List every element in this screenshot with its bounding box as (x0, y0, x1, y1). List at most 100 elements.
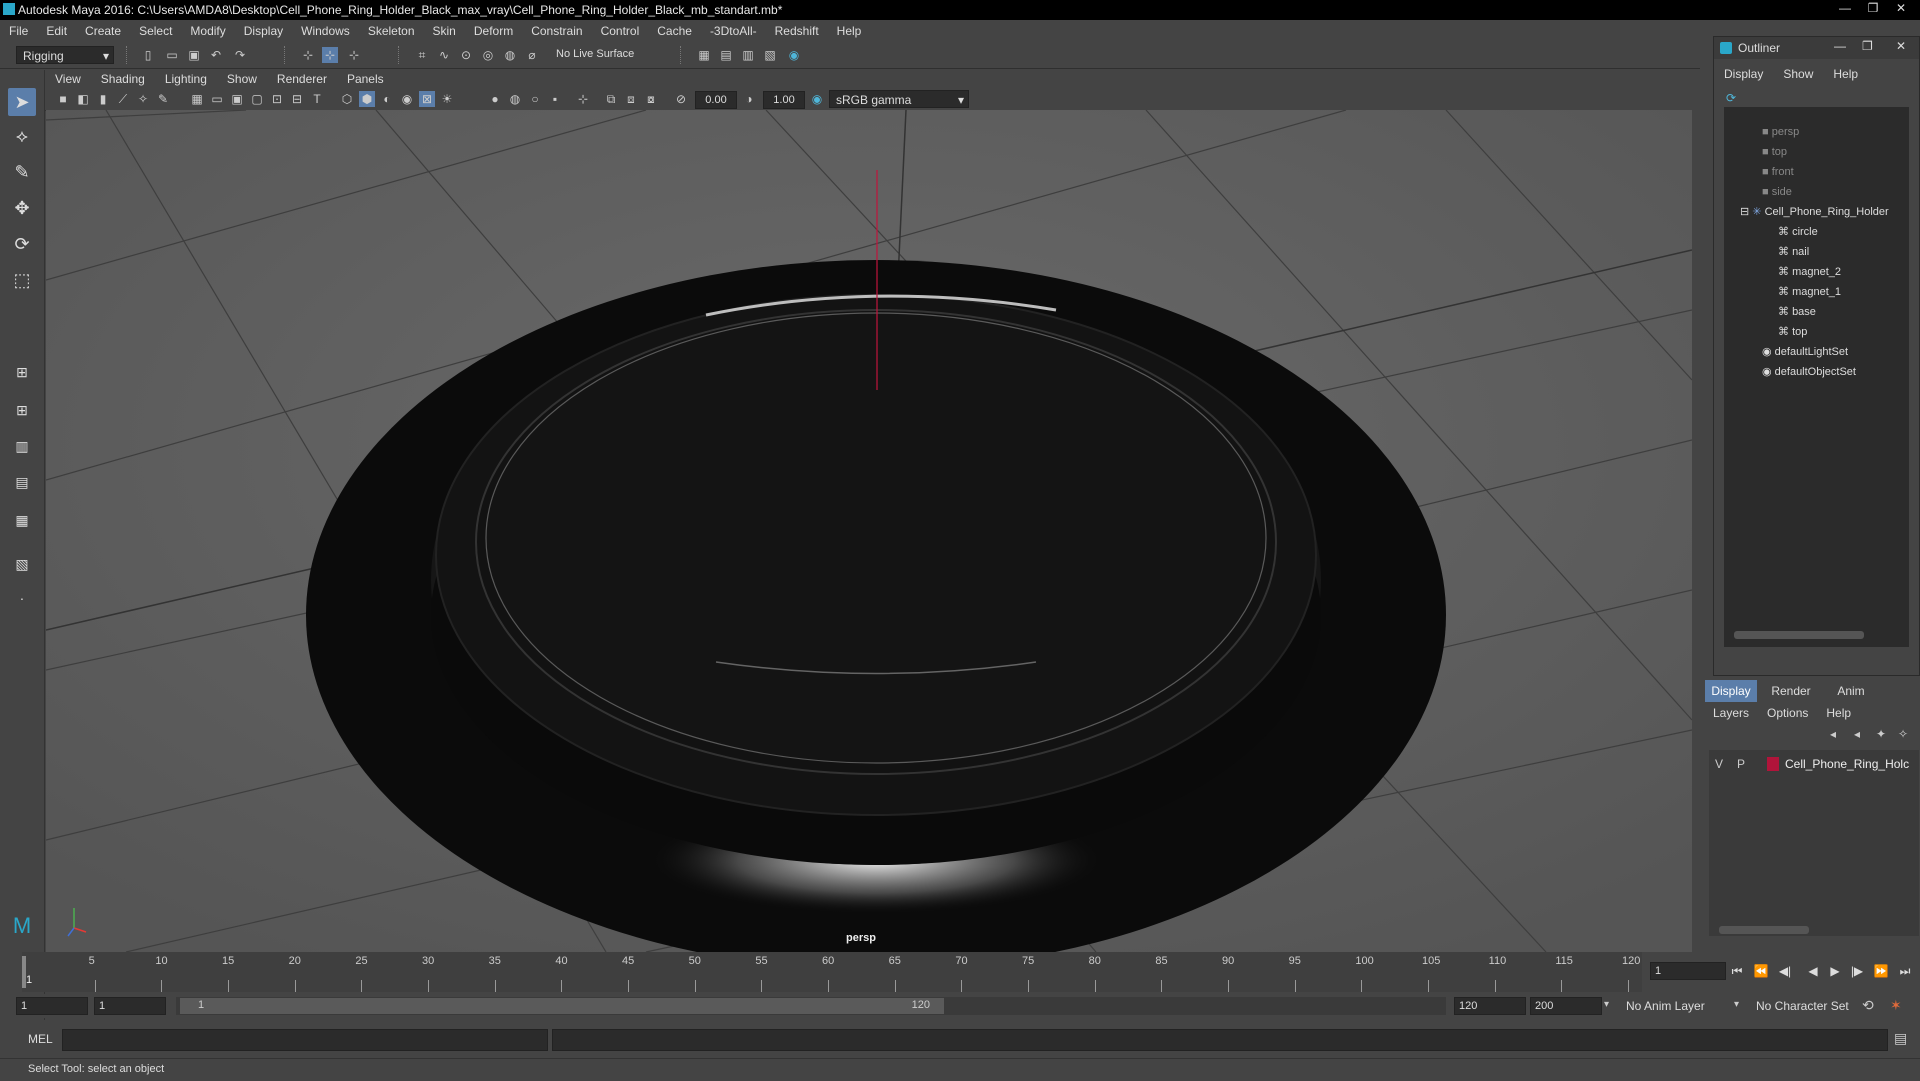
range-slider-handle[interactable]: 1 120 (180, 998, 944, 1014)
panel-menu-view[interactable]: View (45, 72, 91, 86)
outliner-item-default-light-set[interactable]: ◉ defaultLightSet (1762, 343, 1848, 361)
live-surface-label[interactable]: No Live Surface (556, 48, 634, 60)
move-layer-up-icon[interactable]: ◂ (1825, 726, 1841, 742)
anim-prefs-icon[interactable]: ✶ (1890, 997, 1902, 1014)
menu-control[interactable]: Control (592, 24, 649, 38)
refresh-icon[interactable]: ⟳ (1726, 91, 1736, 105)
go-to-start-icon[interactable]: ⏮ (1728, 962, 1746, 980)
step-forward-frame-icon[interactable]: |▶ (1848, 962, 1866, 980)
gamma-icon[interactable]: ◑ (741, 91, 757, 107)
animation-end-field[interactable]: 200 (1530, 997, 1602, 1015)
outliner-item-side[interactable]: ■ side (1762, 183, 1792, 201)
save-scene-icon[interactable]: ▣ (186, 47, 202, 63)
script-editor-icon[interactable]: ▤ (1894, 1030, 1907, 1047)
select-tool-icon[interactable]: ➤ (8, 88, 36, 116)
perspective-viewport[interactable]: persp (46, 110, 1692, 952)
render-view-icon[interactable]: ▧ (762, 47, 778, 63)
motion-blur-icon[interactable]: ◍ (507, 91, 523, 107)
render-frame-icon[interactable]: ▤ (718, 47, 734, 63)
select-component-icon[interactable]: ⊹ (346, 47, 362, 63)
default-material-icon[interactable]: ◐ (379, 91, 395, 107)
persp-graph-layout-icon[interactable]: ▤ (8, 468, 36, 496)
outliner-restore-icon[interactable]: ❐ (1862, 39, 1873, 53)
layer-row[interactable]: V P Cell_Phone_Ring_Holc (1709, 754, 1919, 774)
tab-anim[interactable]: Anim (1825, 680, 1877, 702)
outliner-item-cell-phone-ring-holder[interactable]: ⊟ ✳ Cell_Phone_Ring_Holder (1740, 203, 1889, 221)
gamma-field[interactable]: 1.00 (763, 91, 805, 109)
single-view-layout-icon[interactable]: ⊞ (8, 358, 36, 386)
layers-menu-options[interactable]: Options (1767, 706, 1808, 720)
menu-display[interactable]: Display (235, 24, 292, 38)
open-scene-icon[interactable]: ▭ (164, 47, 180, 63)
outliner-item-top-mesh[interactable]: ⌘ top (1778, 323, 1807, 341)
range-slider[interactable]: 1 120 (176, 997, 1446, 1015)
anim-layer-dropdown[interactable]: No Anim Layer (1626, 999, 1705, 1013)
more-layouts-icon[interactable]: · (8, 584, 36, 612)
grease-pencil-icon[interactable]: ✎ (155, 91, 171, 107)
render-settings-icon[interactable]: ▦ (696, 47, 712, 63)
layer-visibility-toggle[interactable]: V (1715, 757, 1723, 771)
outliner-item-top-camera[interactable]: ■ top (1762, 143, 1787, 161)
snap-grid-icon[interactable]: ⌗ (414, 47, 430, 63)
snap-view-icon[interactable]: ◎ (480, 47, 496, 63)
menu-help[interactable]: Help (828, 24, 871, 38)
four-view-layout-icon[interactable]: ⊞ (8, 396, 36, 424)
new-layer-icon[interactable]: ✦ (1873, 726, 1889, 742)
menu-constrain[interactable]: Constrain (522, 24, 591, 38)
xray-joints-icon[interactable]: ⧈ (623, 91, 639, 107)
grid-icon[interactable]: ▦ (189, 91, 205, 107)
mel-label[interactable]: MEL (28, 1032, 53, 1046)
two-d-pan-icon[interactable]: ✧ (135, 91, 151, 107)
snap-live-icon[interactable]: ⌀ (524, 47, 540, 63)
play-backward-icon[interactable]: ◀ (1804, 962, 1822, 980)
outliner-menu-show[interactable]: Show (1773, 67, 1823, 85)
layer-horizontal-scrollbar[interactable] (1719, 926, 1809, 934)
select-object-icon[interactable]: ⊹ (322, 47, 338, 63)
chevron-down-icon[interactable]: ▾ (1734, 999, 1739, 1010)
move-layer-down-icon[interactable]: ◂ (1849, 726, 1865, 742)
move-tool-icon[interactable]: ✥ (8, 194, 36, 222)
textured-icon[interactable]: ◉ (399, 91, 415, 107)
outliner-item-circle[interactable]: ⌘ circle (1778, 223, 1818, 241)
scale-tool-icon[interactable]: ⬚ (8, 266, 36, 294)
redo-icon[interactable]: ↷ (232, 47, 248, 63)
depth-of-field-icon[interactable]: ▪ (547, 91, 563, 107)
menu-modify[interactable]: Modify (181, 24, 234, 38)
panel-menu-renderer[interactable]: Renderer (267, 72, 337, 86)
time-slider[interactable]: 5 10 15 20 25 30 35 40 45 50 55 60 65 70 75 80 85 90 95 100… (0, 952, 1920, 992)
xray-icon[interactable]: ⧉ (603, 91, 619, 107)
menu-create[interactable]: Create (76, 24, 130, 38)
menu-set-dropdown[interactable]: Rigging ▾ (16, 46, 114, 64)
step-back-key-icon[interactable]: ⏪ (1752, 962, 1770, 980)
wireframe-icon[interactable]: ⬡ (339, 91, 355, 107)
ipr-render-icon[interactable]: ▥ (740, 47, 756, 63)
image-plane-icon[interactable]: ⟋ (115, 91, 131, 107)
hypershade-layout-icon[interactable]: ▦ (8, 506, 36, 534)
tab-display[interactable]: Display (1705, 680, 1757, 702)
film-gate-icon[interactable]: ▭ (209, 91, 225, 107)
close-button[interactable]: ✕ (1888, 0, 1914, 16)
gate-mask-icon[interactable]: ▢ (249, 91, 265, 107)
outliner-item-front[interactable]: ■ front (1762, 163, 1794, 181)
safe-action-icon[interactable]: ⊟ (289, 91, 305, 107)
menu-deform[interactable]: Deform (465, 24, 522, 38)
anti-aliasing-icon[interactable]: ○ (527, 91, 543, 107)
snap-curve-icon[interactable]: ∿ (436, 47, 452, 63)
outliner-item-magnet-1[interactable]: ⌘ magnet_1 (1778, 283, 1841, 301)
menu-3dtoall[interactable]: -3DtoAll- (701, 24, 766, 38)
exposure-field[interactable]: 0.00 (695, 91, 737, 109)
current-frame-field[interactable]: 1 (1650, 962, 1726, 980)
panel-menu-show[interactable]: Show (217, 72, 267, 86)
snap-point-icon[interactable]: ⊙ (458, 47, 474, 63)
menu-cache[interactable]: Cache (648, 24, 701, 38)
character-set-dropdown[interactable]: No Character Set (1756, 999, 1849, 1013)
menu-file[interactable]: File (0, 24, 37, 38)
outliner-close-icon[interactable]: ✕ (1896, 39, 1906, 53)
time-track[interactable]: 5 10 15 20 25 30 35 40 45 50 55 60 65 70 75 80 85 90 95 100… (22, 952, 1642, 992)
select-hierarchy-icon[interactable]: ⊹ (300, 47, 316, 63)
bookmark-icon[interactable]: ▮ (95, 91, 111, 107)
layers-menu-help[interactable]: Help (1826, 706, 1851, 720)
minimize-button[interactable]: — (1832, 0, 1858, 16)
collapse-icon[interactable]: ⊟ (1740, 206, 1752, 218)
play-forward-icon[interactable]: ▶ (1826, 962, 1844, 980)
